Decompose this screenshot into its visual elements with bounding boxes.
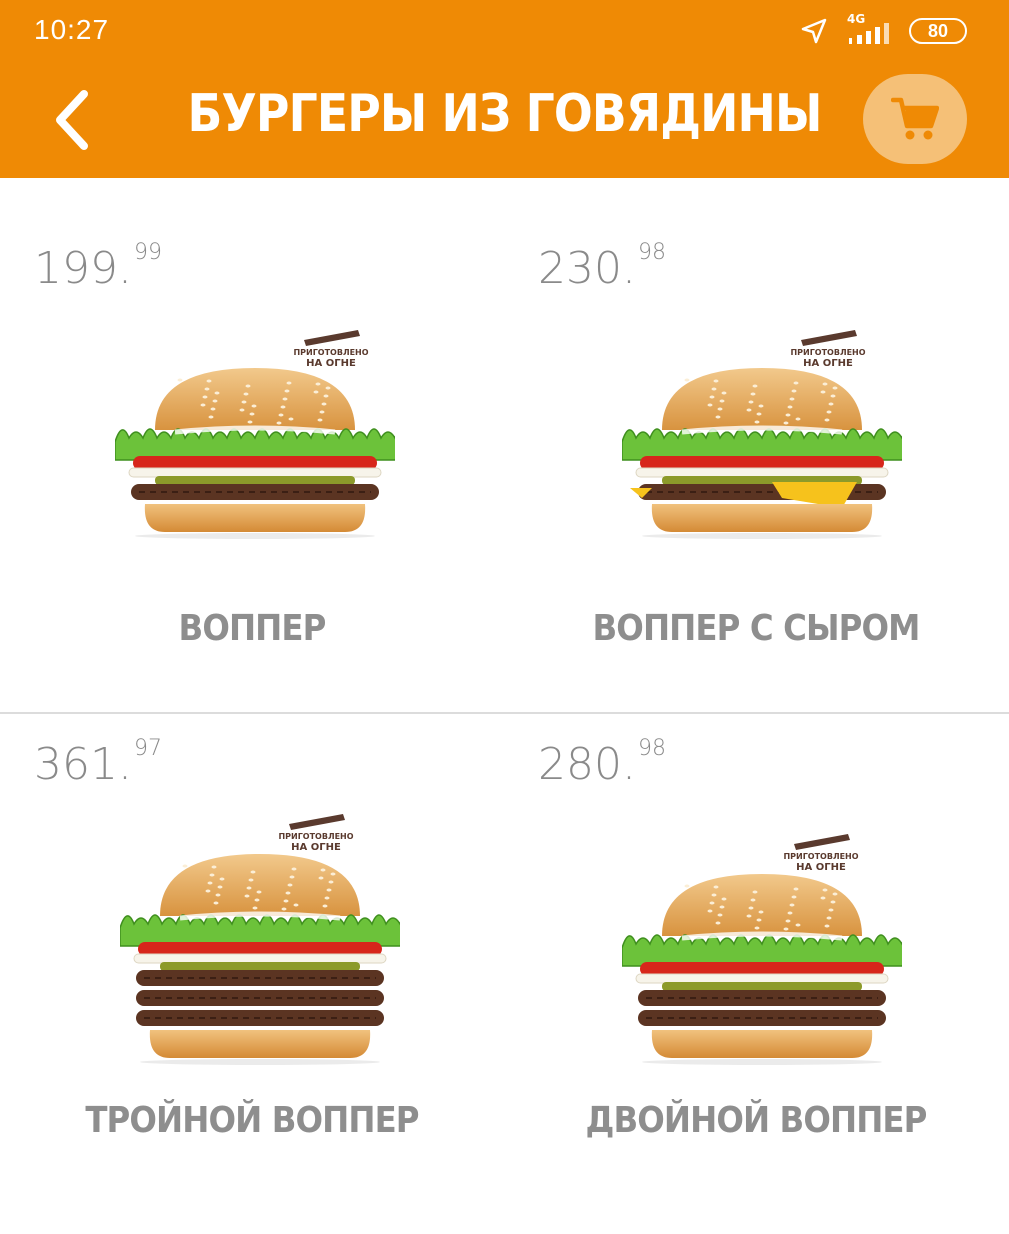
product-grid: 199.99 ПРИГОТОВЛЕНО НА ОГНЕ ВОППЕР 230.98… bbox=[0, 178, 1009, 1200]
burger-image-wrap: ПРИГОТОВЛЕНО НА ОГНЕ bbox=[114, 328, 410, 562]
svg-text:НА ОГНЕ: НА ОГНЕ bbox=[803, 358, 853, 369]
flame-grilled-badge: ПРИГОТОВЛЕНО НА ОГНЕ bbox=[790, 330, 866, 369]
price-cents: 98 bbox=[637, 240, 666, 265]
burger-image-wrap: ПРИГОТОВЛЕНО НА ОГНЕ bbox=[119, 814, 415, 1088]
svg-text:ПРИГОТОВЛЕНО: ПРИГОТОВЛЕНО bbox=[293, 348, 368, 357]
price-main: 230. bbox=[538, 243, 636, 294]
cart-icon bbox=[891, 97, 939, 140]
burger-image-wrap: ПРИГОТОВЛЕНО НА ОГНЕ bbox=[621, 328, 917, 562]
price-main: 199. bbox=[34, 243, 132, 294]
burger-image-wrap: ПРИГОТОВЛЕНО НА ОГНЕ bbox=[621, 834, 917, 1088]
svg-text:НА ОГНЕ: НА ОГНЕ bbox=[796, 862, 846, 873]
product-price: 230.98 bbox=[538, 240, 666, 294]
price-cents: 99 bbox=[133, 240, 162, 265]
svg-text:НА ОГНЕ: НА ОГНЕ bbox=[291, 842, 341, 853]
product-name: ВОППЕР bbox=[178, 608, 327, 649]
cart-button[interactable] bbox=[863, 74, 967, 164]
status-icons: 4G 80 bbox=[799, 12, 969, 50]
status-time: 10:27 bbox=[34, 14, 110, 45]
flame-grilled-badge: ПРИГОТОВЛЕНО НА ОГНЕ bbox=[293, 330, 369, 369]
svg-text:ПРИГОТОВЛЕНО: ПРИГОТОВЛЕНО bbox=[783, 852, 858, 861]
product-card[interactable]: 280.98 ПРИГОТОВЛЕНО НА ОГНЕ ДВОЙНОЙ ВОПП… bbox=[504, 714, 1008, 1234]
price-main: 361. bbox=[34, 739, 132, 790]
price-cents: 98 bbox=[637, 736, 666, 761]
price-cents: 97 bbox=[133, 736, 162, 761]
svg-text:ПРИГОТОВЛЕНО: ПРИГОТОВЛЕНО bbox=[278, 832, 353, 841]
price-main: 280. bbox=[538, 739, 636, 790]
product-price: 199.99 bbox=[34, 240, 162, 294]
burger-image: ПРИГОТОВЛЕНО НА ОГНЕ bbox=[621, 834, 917, 1065]
burger-image: ПРИГОТОВЛЕНО НА ОГНЕ bbox=[621, 330, 917, 539]
svg-text:НА ОГНЕ: НА ОГНЕ bbox=[306, 358, 356, 369]
product-price: 361.97 bbox=[34, 736, 162, 790]
battery-indicator: 80 bbox=[909, 18, 967, 44]
product-price: 280.98 bbox=[538, 736, 666, 790]
signal-icon bbox=[849, 23, 889, 44]
product-card[interactable]: 199.99 ПРИГОТОВЛЕНО НА ОГНЕ ВОППЕР bbox=[0, 178, 504, 698]
location-arrow-icon bbox=[801, 18, 827, 44]
product-name: ВОППЕР С СЫРОМ bbox=[592, 608, 921, 649]
svg-text:ПРИГОТОВЛЕНО: ПРИГОТОВЛЕНО bbox=[790, 348, 865, 357]
app-header: 10:27 4G 80 БУРГЕРЫ ИЗ ГОВЯДИНЫ bbox=[0, 0, 1009, 178]
product-card[interactable]: 230.98 ПРИГОТОВЛЕНО НА ОГНЕ ВОППЕР С СЫР… bbox=[504, 178, 1008, 698]
product-name: ТРОЙНОЙ ВОППЕР bbox=[85, 1100, 419, 1141]
flame-grilled-badge: ПРИГОТОВЛЕНО НА ОГНЕ bbox=[278, 814, 354, 853]
product-name: ДВОЙНОЙ ВОППЕР bbox=[585, 1100, 927, 1141]
product-card[interactable]: 361.97 ПРИГОТОВЛЕНО НА ОГНЕ ТРОЙНОЙ ВОПП… bbox=[0, 714, 504, 1234]
burger-image: ПРИГОТОВЛЕНО НА ОГНЕ bbox=[119, 814, 415, 1065]
page-title: БУРГЕРЫ ИЗ ГОВЯДИНЫ bbox=[187, 84, 823, 144]
flame-grilled-badge: ПРИГОТОВЛЕНО НА ОГНЕ bbox=[783, 834, 859, 873]
burger-image: ПРИГОТОВЛЕНО НА ОГНЕ bbox=[114, 330, 410, 539]
